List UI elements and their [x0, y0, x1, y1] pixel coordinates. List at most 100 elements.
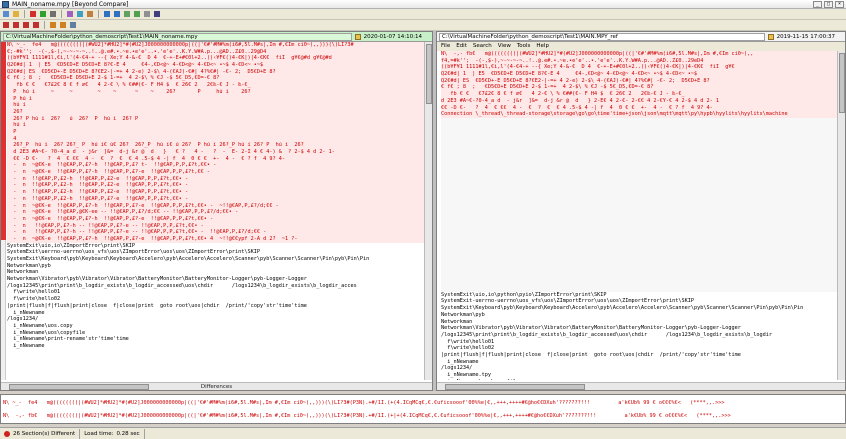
- menu-file[interactable]: File: [441, 42, 450, 51]
- diffs-filter-button[interactable]: [39, 10, 47, 18]
- right-file-pane[interactable]: C:\VirtualMachineFolder\python_demoscrip…: [436, 31, 846, 391]
- load-time: Load time: 0.28 sec: [80, 428, 145, 439]
- menu-search[interactable]: Search: [473, 42, 492, 51]
- right-path-field[interactable]: C:\VirtualMachineFolder\python_demoscrip…: [439, 32, 765, 41]
- menu-tools[interactable]: Tools: [517, 42, 531, 51]
- toolbar-separator: [44, 21, 45, 29]
- reload-button[interactable]: [133, 10, 141, 18]
- left-code-line: P hú í: [7, 95, 427, 103]
- right-code-line: /logs12345\print\print\b_logdir_exists\b…: [441, 331, 773, 338]
- main-toolbar: [0, 9, 846, 20]
- left-code-line: Networkman\Vibrator\pyb\Vibrator\Vibrato…: [7, 276, 307, 283]
- right-code-view[interactable]: N\ -,- fb€ m@((((((((|(#WU2]*#HU2]*#(#U2…: [441, 51, 837, 380]
- left-horizontal-scrollbar[interactable]: Differences: [1, 382, 432, 390]
- left-code-line: i_nNewname\uos.copy: [7, 322, 73, 329]
- left-code-view[interactable]: N\ ~_- fe4 m@((((((((|(#WU2]*#HU2]*#(#U2…: [7, 42, 427, 380]
- rules-button[interactable]: [66, 10, 74, 18]
- prev-diff-button[interactable]: [103, 10, 111, 18]
- edit-button[interactable]: [143, 10, 151, 18]
- sections-different-text: 26 Section(s) Different: [13, 430, 76, 437]
- right-code-line: i_nNewname\uos\copyfile: [441, 379, 837, 380]
- diff-marker: [1, 42, 6, 240]
- window-title: MAIN_noname.mpy [Beyond Compare]: [12, 1, 129, 8]
- left-code-line: - n ~@€K-e !!@€AP,P,£?-h !!@€AP,P,£?-e !…: [7, 235, 427, 243]
- left-code-line: SystemExit\uerrno-uerrno\uos_vfs\uos\ZIm…: [7, 249, 260, 256]
- right-code-line: [441, 158, 837, 165]
- scroll-thumb[interactable]: [426, 44, 432, 104]
- menu-edit[interactable]: Edit: [456, 42, 467, 51]
- left-code-line: N\ ~_- fe4 m@((((((((|(#WU2]*#HU2]*#(#U2…: [7, 42, 427, 49]
- copy-left-button[interactable]: [2, 21, 10, 29]
- left-code-line: P hú í ~ ~ ~ ~ ~ ~ 26? P hú í 26?: [7, 88, 427, 96]
- next-diff-button[interactable]: [113, 10, 121, 18]
- right-vertical-scrollbar[interactable]: [837, 51, 845, 380]
- right-path-bar: C:\VirtualMachineFolder\python_demoscrip…: [437, 32, 845, 42]
- right-code-line: f4,=#k''; -(-,$-),~-~-~-~..!..@.e#.•.~e.…: [441, 57, 837, 65]
- left-file-pane[interactable]: C:\VirtualMachineFolder\python_demoscrip…: [0, 31, 433, 391]
- close-icon[interactable]: ×: [835, 1, 844, 8]
- up-arrow-icon: [104, 11, 110, 17]
- save-icon: [154, 11, 160, 17]
- undo-button[interactable]: [49, 21, 57, 29]
- format-button[interactable]: [76, 10, 84, 18]
- scroll-thumb[interactable]: [839, 53, 845, 113]
- right-code-line: [441, 204, 837, 212]
- left-code-line: - n ~@€K-e !!@€AP,P,£?-h !!@€AP,P,£?-e !…: [7, 169, 427, 176]
- same-filter-button[interactable]: [49, 10, 57, 18]
- menu-help[interactable]: Help: [536, 42, 549, 51]
- status-bar: 26 Section(s) Different Load time: 0.28 …: [0, 427, 846, 439]
- right-code-line: [441, 164, 837, 172]
- left-code-line: - n !!@€AP,P,£?-h -- !!@€AP,P,£?-e -- !!…: [7, 222, 427, 230]
- scroll-thumb[interactable]: [445, 384, 585, 390]
- left-code-line: Q2€#d| 1 | E5 €D5€D+E D5€D+E 8?€-E 4 €4-…: [7, 62, 427, 69]
- reload-icon: [134, 11, 140, 17]
- left-code-line: €;-#k''; -(-,$-),~-~-~-~..!..@.e#.•.~e.•…: [7, 48, 427, 56]
- delete-button[interactable]: [32, 21, 40, 29]
- delete-icon: [33, 22, 39, 28]
- right-code-line: [441, 244, 837, 252]
- insert-button[interactable]: [22, 21, 30, 29]
- left-code-line: i_nNewname\uos\copyfile: [7, 329, 86, 336]
- find-button[interactable]: [69, 21, 77, 29]
- right-code-line: [441, 124, 837, 132]
- copy-button[interactable]: [86, 10, 94, 18]
- redo-button[interactable]: [59, 21, 67, 29]
- load-time-label: Load time:: [84, 430, 114, 437]
- home-button[interactable]: [2, 10, 10, 18]
- format-icon: [77, 11, 83, 17]
- right-code-line: [441, 258, 837, 265]
- right-code-line: [441, 198, 837, 205]
- left-path-field[interactable]: C:\VirtualMachineFolder\python_demoscrip…: [3, 32, 352, 41]
- right-code-line: Networkman\Vibrator\pyb\Vibrator\Vibrato…: [441, 325, 741, 332]
- left-code-line: - n ~@€K-e !!@€AP,@€K-ee -- !!@€AP,P,£?/…: [7, 209, 427, 216]
- left-code-line: |print|flush|f|flush|print|close f|close…: [7, 302, 307, 309]
- maximize-icon[interactable]: □: [824, 1, 833, 8]
- menu-view[interactable]: View: [498, 42, 511, 51]
- copy-right-button[interactable]: [12, 21, 20, 29]
- left-code-line: hú í: [7, 122, 427, 129]
- right-code-line: €€ -D €- ? 4 € €€ 4 - € ? € € 4 .5-$ 4 -…: [441, 104, 837, 112]
- left-code-line: i_nNewname\print-rename'str'time'time: [7, 336, 129, 343]
- right-code-line: f\write\hello02: [441, 345, 495, 352]
- right-code-line: /logs1234/: [441, 365, 473, 372]
- compare-line-right: N\ -,- fb€ m@((((((((|(#WU2]*#HU2]*#(#U2…: [3, 413, 731, 419]
- right-code-line: SystemExit\Keyboard\pyb\Keyboard\Keyboar…: [441, 305, 804, 312]
- left-code-line: 4: [7, 135, 427, 143]
- left-code-line: i_nNewname: [7, 309, 45, 316]
- right-code-line: [441, 137, 837, 145]
- save-button[interactable]: [153, 10, 161, 18]
- left-diff-gutter: [1, 42, 6, 380]
- minimize-icon[interactable]: _: [813, 1, 822, 8]
- search-icon: [70, 22, 76, 28]
- left-code-line: €€ -D €- ? 4 € €€ 4 - € ? € € 4 .5-$ 4 -…: [7, 155, 427, 163]
- right-horizontal-scrollbar[interactable]: [437, 382, 845, 390]
- left-vertical-scrollbar[interactable]: [424, 42, 432, 380]
- swap-button[interactable]: [123, 10, 131, 18]
- sessions-button[interactable]: [12, 10, 20, 18]
- right-code-line: [441, 117, 837, 125]
- right-code-line: f\write\hello01: [441, 338, 495, 345]
- folder-icon[interactable]: [354, 33, 361, 40]
- folder-icon[interactable]: [767, 33, 774, 40]
- all-filter-button[interactable]: [29, 10, 37, 18]
- left-code-line: - n !!@€AP,P,£2-h !!@€AP,P,£2-e !!@€AP,P…: [7, 182, 427, 190]
